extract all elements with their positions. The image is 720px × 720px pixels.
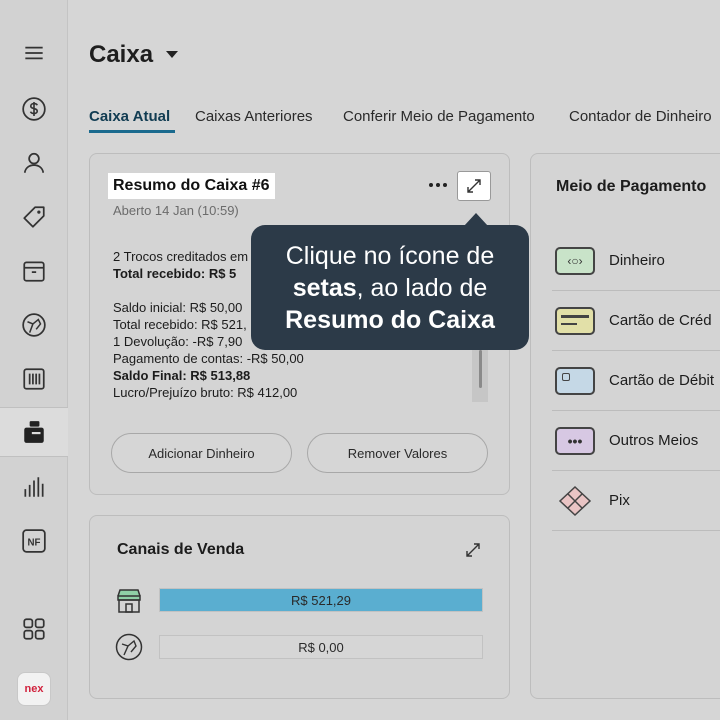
tab-conferir-meio[interactable]: Conferir Meio de Pagamento <box>343 108 535 125</box>
summary-subtitle: Aberto 14 Jan (10:59) <box>113 203 239 218</box>
payment-row-credito[interactable]: Cartão de Créd <box>552 291 720 351</box>
sidebar-item-delivery[interactable] <box>0 300 68 350</box>
nex-logo[interactable]: nex <box>17 672 51 706</box>
dollar-circle-icon <box>22 97 46 121</box>
channel-bar-ifood: R$ 0,00 <box>159 635 483 659</box>
bar-chart-icon <box>24 477 44 497</box>
payment-label: Outros Meios <box>609 432 699 449</box>
sidebar-item-reports[interactable] <box>0 462 68 512</box>
payment-label: Dinheiro <box>609 252 665 269</box>
tooltip-line-3: Resumo do Caixa <box>251 304 529 336</box>
payment-methods-title: Meio de Pagamento <box>556 178 707 195</box>
tooltip: Clique no ícone de setas, ao lado de Res… <box>251 225 529 350</box>
total-recebido: Total recebido: R$ 521, <box>113 317 247 332</box>
expand-arrows-icon <box>467 179 481 193</box>
summary-title: Resumo do Caixa #6 <box>108 173 275 199</box>
total-recebido-bold: Total recebido: R$ 5 <box>113 266 237 281</box>
more-options-icon[interactable] <box>427 178 449 192</box>
ifood-icon <box>115 633 143 661</box>
cash-icon: ‹○› <box>555 247 595 275</box>
expand-arrows-icon[interactable] <box>463 540 483 560</box>
payment-label: Cartão de Créd <box>609 312 712 329</box>
cash-register-icon <box>24 421 44 443</box>
apps-grid-icon <box>23 618 45 640</box>
pagamento-contas: Pagamento de contas: -R$ 50,00 <box>113 351 304 366</box>
nf-icon: NF <box>22 529 46 553</box>
tooltip-bold-resumo: Resumo do Caixa <box>285 306 495 334</box>
tooltip-line-2-rest: , ao lado de <box>356 274 488 302</box>
sidebar-item-products[interactable] <box>0 192 68 242</box>
sales-channels-title: Canais de Venda <box>117 541 245 558</box>
tab-contador-dinheiro[interactable]: Contador de Dinheiro <box>569 108 712 125</box>
page-title[interactable]: Caixa <box>89 41 153 69</box>
sidebar-item-customers[interactable] <box>0 138 68 188</box>
summary-scrollbar-thumb[interactable] <box>479 350 482 388</box>
saldo-inicial: Saldo inicial: R$ 50,00 <box>113 300 243 315</box>
store-icon <box>117 589 141 613</box>
sidebar-item-apps[interactable] <box>0 604 68 654</box>
channel-bar-store: R$ 521,29 <box>159 588 483 612</box>
sidebar-item-sales[interactable] <box>0 84 68 134</box>
credit-card-icon <box>555 307 595 335</box>
tooltip-line-1: Clique no ícone de <box>285 242 495 270</box>
menu-button[interactable] <box>0 28 68 78</box>
pix-icon <box>558 485 592 517</box>
payment-row-dinheiro[interactable]: ‹○› Dinheiro <box>552 231 720 291</box>
saldo-final: Saldo Final: R$ 513,88 <box>113 368 251 383</box>
payment-row-outros[interactable]: ••• Outros Meios <box>552 411 720 471</box>
sidebar-item-barcode[interactable] <box>0 354 68 404</box>
payment-row-pix[interactable]: Pix <box>552 471 720 531</box>
tooltip-line-2: setas, ao lado de <box>251 272 529 304</box>
logo-text: nex <box>24 683 44 695</box>
payment-row-debito[interactable]: Cartão de Débit <box>552 351 720 411</box>
sidebar-item-invoices[interactable]: NF <box>0 516 68 566</box>
sidebar-item-store[interactable] <box>0 246 68 296</box>
expand-button[interactable] <box>457 171 491 201</box>
svg-text:NF: NF <box>28 537 41 548</box>
active-tab-indicator <box>89 130 175 133</box>
channel-bar-label: R$ 521,29 <box>291 592 351 608</box>
channel-bar-label: R$ 0,00 <box>298 639 344 655</box>
payment-label: Cartão de Débit <box>609 372 715 389</box>
sidebar-item-cashier[interactable] <box>0 407 68 457</box>
lucro-bruto: Lucro/Prejuízo bruto: R$ 412,00 <box>113 385 298 400</box>
barcode-icon <box>23 368 45 390</box>
ifood-icon <box>22 313 46 337</box>
tooltip-bold-setas: setas <box>292 274 357 302</box>
add-money-button[interactable]: Adicionar Dinheiro <box>111 433 292 473</box>
menu-icon <box>25 46 43 60</box>
chevron-down-icon[interactable] <box>166 51 178 58</box>
payment-label: Pix <box>609 492 630 509</box>
tag-icon <box>23 206 45 228</box>
tab-caixas-anteriores[interactable]: Caixas Anteriores <box>195 108 313 125</box>
remove-values-button[interactable]: Remover Valores <box>307 433 488 473</box>
debit-card-icon <box>555 367 595 395</box>
devolucao: 1 Devolução: -R$ 7,90 <box>113 334 243 349</box>
sidebar: NF nex <box>0 0 68 720</box>
trocos-line: 2 Trocos creditados em <box>113 249 249 264</box>
user-icon <box>23 152 45 173</box>
tab-caixa-atual[interactable]: Caixa Atual <box>89 108 170 125</box>
other-methods-icon: ••• <box>555 427 595 455</box>
store-icon <box>23 261 45 282</box>
